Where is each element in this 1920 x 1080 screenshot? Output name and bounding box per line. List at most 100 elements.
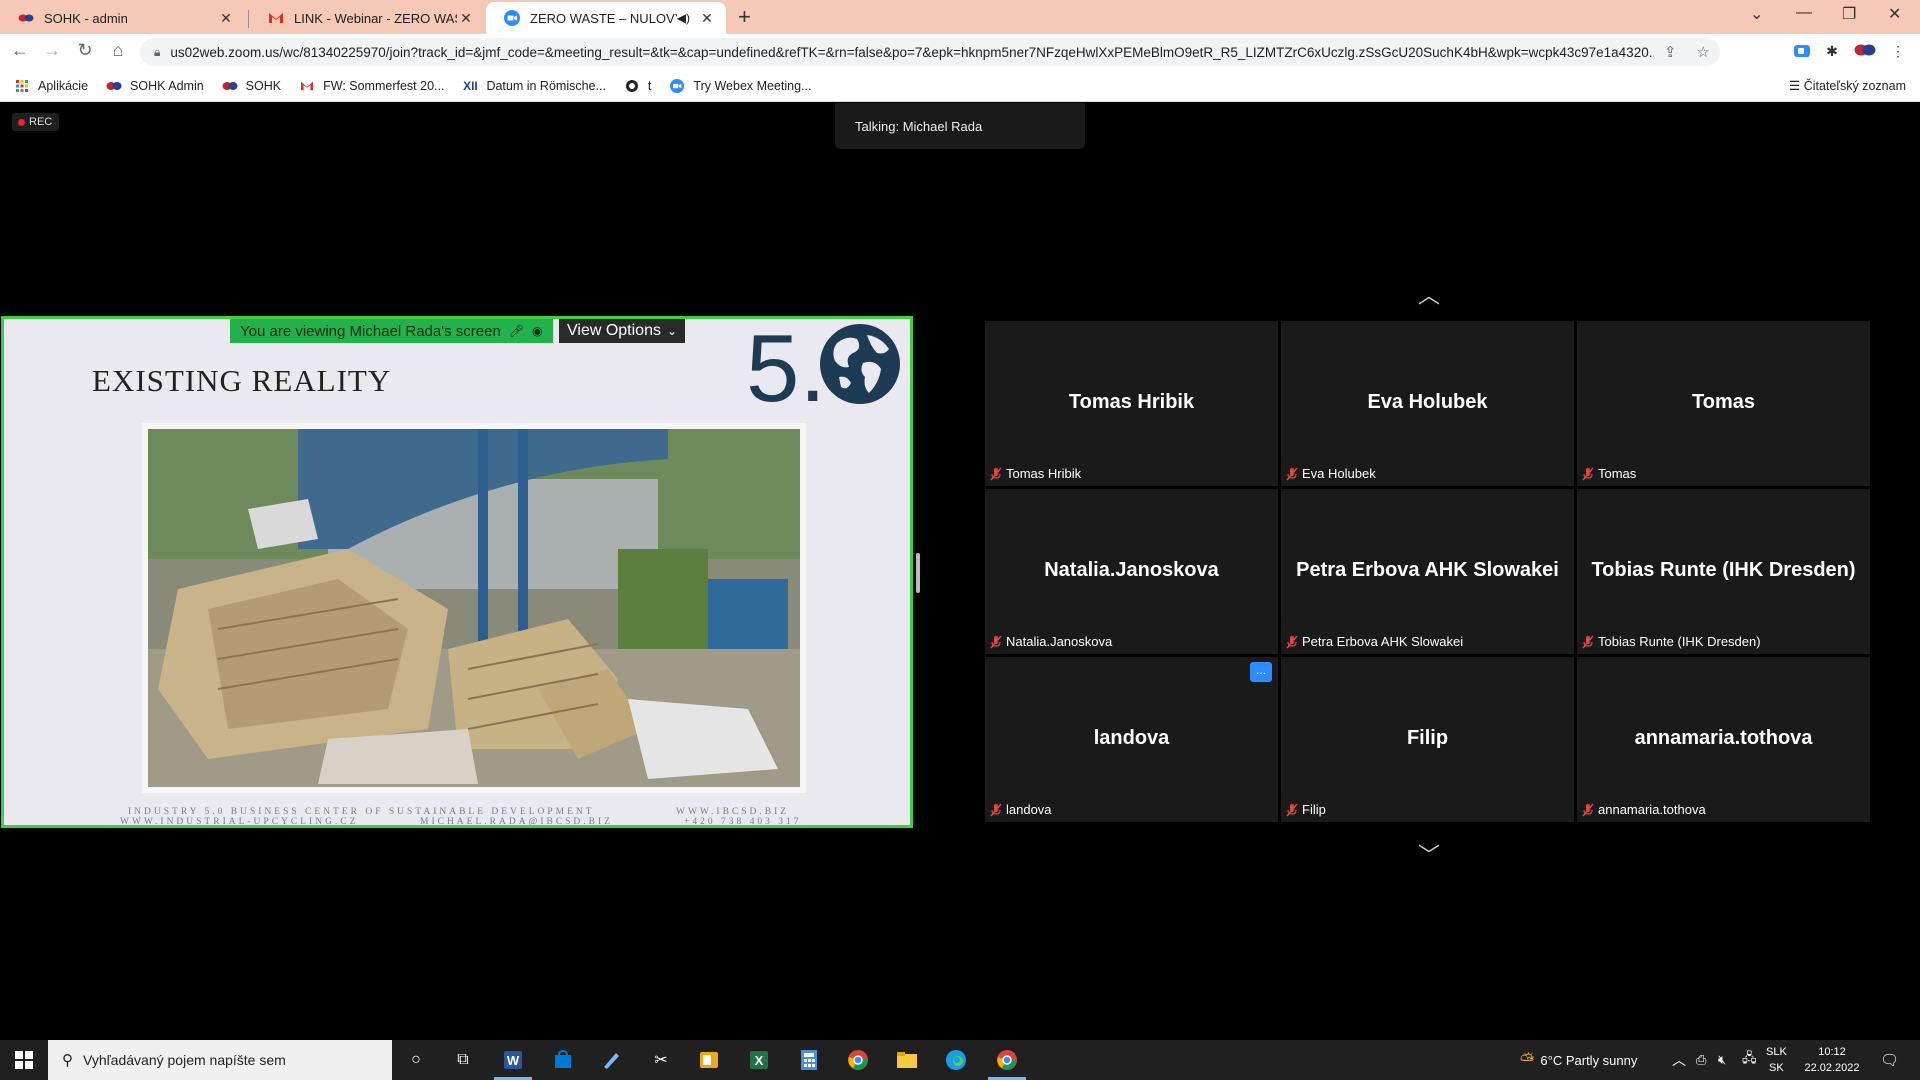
participant-tile[interactable]: Tomas Hribik Tomas Hribik <box>985 321 1278 486</box>
start-button[interactable] <box>0 1040 48 1080</box>
bookmark-sohk-admin[interactable]: SOHK Admin <box>106 79 204 93</box>
participant-tile[interactable]: landova landova... <box>985 657 1278 822</box>
roman-numeral-icon: XII <box>463 78 478 93</box>
minimize-icon[interactable]: — <box>1796 4 1812 22</box>
bookmark-star-icon[interactable]: ☆ <box>1697 43 1710 61</box>
bookmark-webex[interactable]: Try Webex Meeting... <box>669 78 812 93</box>
participant-tile[interactable]: Petra Erbova AHK Slowakei Petra Erbova AH… <box>1281 489 1574 654</box>
participant-label: Tomas <box>1582 466 1636 481</box>
apps-grid-icon <box>14 79 30 93</box>
excel-icon[interactable]: X <box>746 1048 772 1072</box>
view-options-button[interactable]: View Options ⌄ <box>559 319 686 343</box>
task-view-icon[interactable]: ⧉ <box>450 1048 476 1072</box>
record-icon: ◉ <box>532 324 543 338</box>
slide-photo-frame <box>142 423 806 793</box>
word-icon[interactable]: W <box>500 1048 526 1072</box>
bookmark-label: SOHK <box>245 78 282 93</box>
partly-sunny-icon: ⛅︎ <box>1520 1049 1535 1070</box>
reload-icon[interactable]: ↻ <box>73 40 97 61</box>
tab-zero-waste[interactable]: ZERO WASTE – NULOVÝ OD ◀) ✕ <box>486 2 726 34</box>
participant-tile[interactable]: Tobias Runte (IHK Dresden) Tobias Runte (… <box>1577 489 1870 654</box>
tab-sohk-admin[interactable]: SOHK - admin ✕ <box>0 2 245 34</box>
lock-icon[interactable]: 🔒︎ <box>154 45 160 60</box>
recording-indicator[interactable]: REC <box>12 113 60 131</box>
participant-more-button[interactable]: ... <box>1250 662 1272 682</box>
cortana-icon[interactable]: ○ <box>403 1048 429 1072</box>
home-icon[interactable]: ⌂ <box>106 40 130 61</box>
chrome-icon[interactable] <box>845 1048 871 1072</box>
speaker-muted-icon[interactable]: 🔇︎ <box>1718 1040 1726 1080</box>
participant-tile[interactable]: Filip Filip <box>1281 657 1574 822</box>
language-indicator[interactable]: SLK SK <box>1766 1044 1787 1076</box>
participant-label-text: Tomas Hribik <box>1006 466 1082 481</box>
close-window-icon[interactable]: ✕ <box>1888 4 1901 24</box>
participant-label-text: Eva Holubek <box>1302 466 1376 481</box>
bookmark-t[interactable]: t <box>624 79 651 93</box>
mic-muted-icon <box>1582 635 1594 648</box>
reading-list[interactable]: ☰ Čitateľský zoznam <box>1789 78 1906 93</box>
address-bar[interactable]: 🔒︎ us02web.zoom.us/wc/81340225970/join?t… <box>140 38 1720 66</box>
split-resize-handle[interactable] <box>916 553 920 593</box>
bookmark-datum[interactable]: XII Datum in Römische... <box>462 78 606 93</box>
footer-email: MICHAEL.RADA@IBCSD.BIZ <box>420 817 613 827</box>
participant-tile[interactable]: Tomas Tomas <box>1577 321 1870 486</box>
show-hidden-icons-icon[interactable]: ︿ <box>1672 1040 1686 1080</box>
share-icon[interactable]: ⇪ <box>1664 43 1677 61</box>
pen-app-icon[interactable] <box>598 1048 624 1072</box>
shared-screen[interactable]: You are viewing Michael Rada's screen 🎤︎… <box>1 316 913 828</box>
chrome-active-icon[interactable] <box>994 1048 1020 1072</box>
reading-list-label: Čitateľský zoznam <box>1803 79 1906 93</box>
gallery-prev-chevron-up-icon[interactable]: ︿ <box>1418 278 1440 310</box>
slide-photo-pallets <box>148 429 800 787</box>
bookmark-sohk[interactable]: SOHK <box>222 79 281 93</box>
network-icon[interactable]: 🖧︎ <box>1742 1040 1757 1080</box>
forward-icon[interactable]: → <box>40 40 64 61</box>
tab-search-icon[interactable]: ⌄ <box>1750 4 1763 24</box>
calculator-icon[interactable] <box>796 1048 822 1072</box>
clock[interactable]: 10:12 22.02.2022 <box>1800 1044 1864 1076</box>
profile-icon[interactable] <box>1854 43 1876 61</box>
tab-link-webinar[interactable]: LINK - Webinar - ZERO WASTE - ✕ <box>250 2 485 34</box>
restore-icon[interactable]: ❐ <box>1842 4 1856 24</box>
mic-muted-icon <box>1286 467 1298 480</box>
taskbar-search[interactable]: ⚲ Vyhľadávaný pojem napíšte sem <box>48 1040 392 1080</box>
extensions-puzzle-icon[interactable]: ✱ <box>1822 43 1842 61</box>
participant-label: Natalia.Janoskova <box>990 634 1112 649</box>
close-tab-icon[interactable]: ✕ <box>217 10 235 27</box>
new-tab-button[interactable]: + <box>738 4 751 30</box>
participant-name: Eva Holubek <box>1367 391 1488 413</box>
file-explorer-icon[interactable] <box>894 1048 920 1072</box>
edge-icon[interactable] <box>943 1048 969 1072</box>
speaker-icon[interactable]: ◀) <box>677 11 690 25</box>
bookmark-apps[interactable]: Aplikácie <box>14 79 88 93</box>
zoom-extension-icon[interactable] <box>1792 43 1812 61</box>
tab-bar: SOHK - admin ✕ LINK - Webinar - ZERO WAS… <box>0 0 1920 34</box>
participant-label-text: annamaria.tothova <box>1598 802 1706 817</box>
bookmark-label: Datum in Römische... <box>486 78 606 93</box>
weather-widget[interactable]: ⛅︎ 6°C Partly sunny <box>1520 1040 1637 1080</box>
snipping-tool-icon[interactable]: ✂ <box>648 1048 674 1072</box>
gallery-next-chevron-down-icon[interactable]: ﹀ <box>1418 838 1440 870</box>
participant-tile[interactable]: Natalia.Janoskova Natalia.Janoskova <box>985 489 1278 654</box>
bookmark-sommerfest[interactable]: FW: Sommerfest 20... <box>299 79 444 93</box>
store-icon[interactable] <box>550 1048 576 1072</box>
participant-name: Petra Erbova AHK Slowakei <box>1296 559 1559 581</box>
back-icon[interactable]: ← <box>8 40 32 61</box>
url-text[interactable]: us02web.zoom.us/wc/81340225970/join?trac… <box>170 45 1654 60</box>
close-tab-icon[interactable]: ✕ <box>698 10 716 27</box>
participant-label: annamaria.tothova <box>1582 802 1706 817</box>
close-tab-icon[interactable]: ✕ <box>457 10 475 27</box>
outlook-icon[interactable] <box>696 1048 722 1072</box>
browser-toolbar: ← → ↻ ⌂ 🔒︎ us02web.zoom.us/wc/8134022597… <box>0 34 1920 70</box>
notifications-icon[interactable]: 🗨︎ <box>1880 1040 1899 1080</box>
participant-label: Petra Erbova AHK Slowakei <box>1286 634 1463 649</box>
participant-tile[interactable]: annamaria.tothova annamaria.tothova <box>1577 657 1870 822</box>
gmail-icon <box>299 79 315 93</box>
reading-list-icon: ☰ <box>1789 79 1804 93</box>
zoom-meeting-view: REC Talking: Michael Rada You are viewin… <box>0 103 1920 1040</box>
participant-tile[interactable]: Eva Holubek Eva Holubek <box>1281 321 1574 486</box>
participant-name: Filip <box>1406 727 1449 749</box>
mic-muted-icon <box>1582 803 1594 816</box>
usb-device-icon[interactable]: ⎙ <box>1696 1040 1706 1080</box>
menu-kebab-icon[interactable]: ⋮ <box>1888 43 1908 61</box>
